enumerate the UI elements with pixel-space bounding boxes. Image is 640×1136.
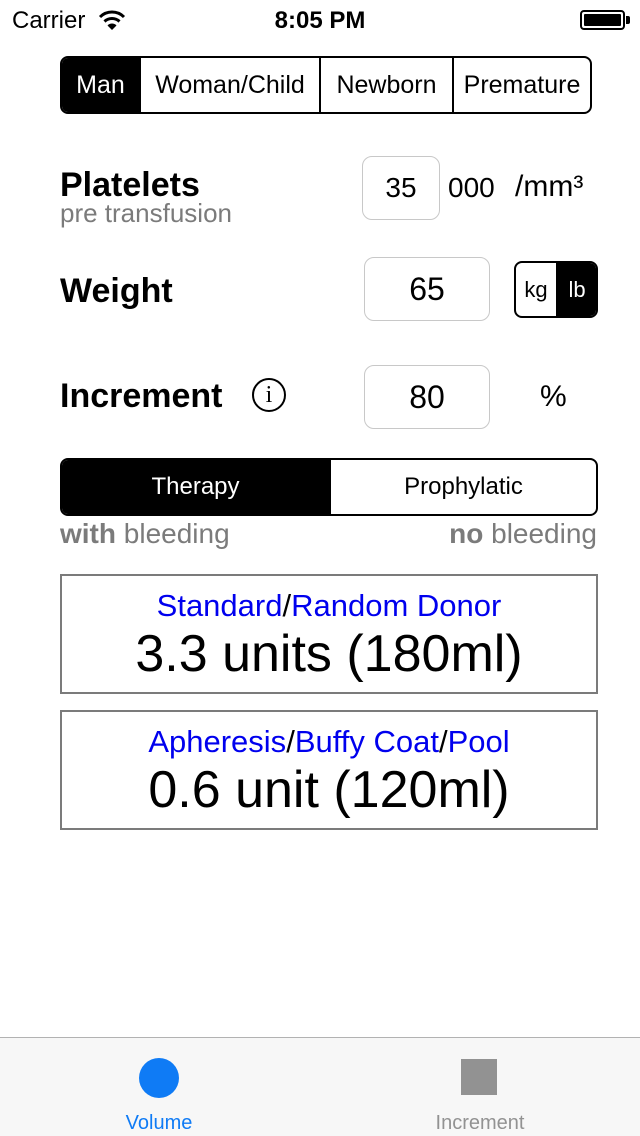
increment-input[interactable]: 80 — [364, 365, 490, 429]
prophylactic-hint-rest: bleeding — [483, 518, 597, 549]
battery-icon — [580, 10, 630, 32]
prophylactic-hint-bold: no — [449, 518, 484, 549]
weight-unit-kg[interactable]: kg — [516, 263, 556, 316]
population-option-woman-child[interactable]: Woman/Child — [139, 58, 319, 112]
mode-selector: Therapy Prophylatic — [60, 458, 598, 516]
population-option-man[interactable]: Man — [62, 58, 139, 112]
population-option-premature[interactable]: Premature — [452, 58, 590, 112]
weight-label: Weight — [60, 272, 173, 310]
weight-unit-selector: kg lb — [514, 261, 598, 318]
result-standard: Standard/Random Donor 3.3 units (180ml) — [60, 574, 598, 694]
platelets-sublabel: pre transfusion — [60, 198, 232, 228]
platelets-input[interactable]: 35 — [362, 156, 440, 220]
type-link-apheresis[interactable]: Apheresis — [148, 724, 286, 759]
tab-bar: Volume Increment — [0, 1037, 640, 1136]
therapy-hint-rest: bleeding — [116, 518, 230, 549]
tab-increment[interactable]: Increment — [320, 1038, 640, 1136]
result-apheresis-value: 0.6 unit (120ml) — [148, 761, 510, 819]
tab-volume[interactable]: Volume — [0, 1038, 320, 1136]
result-standard-value: 3.3 units (180ml) — [135, 625, 523, 683]
therapy-hint-bold: with — [60, 518, 116, 549]
increment-label: Increment — [60, 377, 223, 415]
platelets-suffix: 000 — [448, 172, 495, 203]
type-link-pool[interactable]: Pool — [448, 724, 510, 759]
prophylactic-hint: no bleeding — [449, 518, 597, 550]
population-option-newborn[interactable]: Newborn — [319, 58, 452, 112]
platelets-unit: /mm³ — [515, 170, 584, 203]
info-icon[interactable]: i — [252, 378, 286, 412]
weight-input[interactable]: 65 — [364, 257, 490, 321]
circle-icon — [139, 1058, 179, 1098]
type-link-random-donor[interactable]: Random Donor — [291, 588, 501, 623]
result-apheresis-types: Apheresis/Buffy Coat/Pool — [148, 724, 510, 759]
increment-unit: % — [540, 380, 567, 413]
tab-increment-label: Increment — [435, 1112, 525, 1134]
result-standard-types: Standard/Random Donor — [156, 588, 502, 623]
mode-option-prophylactic[interactable]: Prophylatic — [329, 460, 596, 514]
mode-option-therapy[interactable]: Therapy — [62, 460, 329, 514]
status-time: 8:05 PM — [274, 7, 366, 34]
tab-volume-label: Volume — [125, 1112, 193, 1134]
weight-unit-lb[interactable]: lb — [556, 263, 596, 316]
square-icon — [461, 1059, 497, 1095]
therapy-hint: with bleeding — [60, 518, 230, 550]
population-selector: Man Woman/Child Newborn Premature — [60, 56, 592, 114]
type-link-buffy-coat[interactable]: Buffy Coat — [295, 724, 439, 759]
result-apheresis: Apheresis/Buffy Coat/Pool 0.6 unit (120m… — [60, 710, 598, 830]
status-bar: Carrier 8:05 PM — [0, 0, 640, 40]
type-link-standard[interactable]: Standard — [157, 588, 283, 623]
